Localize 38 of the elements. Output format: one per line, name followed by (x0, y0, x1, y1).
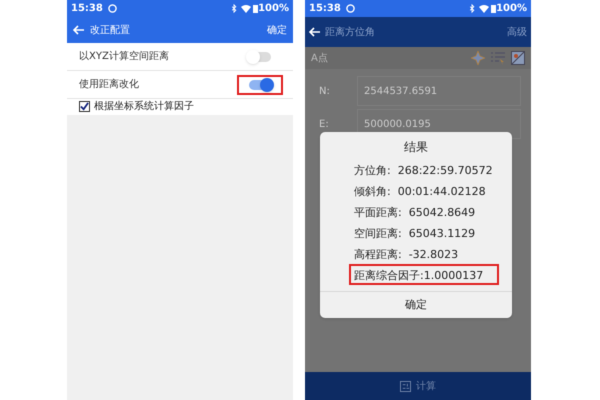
calculator-icon (400, 380, 411, 392)
wifi-icon (241, 4, 252, 12)
ok-button[interactable]: 确定 (320, 292, 512, 318)
status-time: 15:38 (309, 2, 341, 16)
result-line: 方位角: 268:22:59.70572 (354, 164, 493, 177)
checkbox[interactable] (79, 100, 90, 112)
setting-label: 使用距离改化 (79, 78, 140, 92)
result-line: 倾斜角: 00:01:44.02128 (354, 185, 486, 198)
result-line: 距离综合因子:1.0000137 (354, 269, 484, 282)
wifi-icon (479, 4, 490, 12)
confirm-button[interactable]: 确定 (267, 22, 287, 38)
battery-level: 100% (258, 2, 289, 16)
status-time: 15:38 (71, 2, 103, 16)
field-label: N: (319, 84, 331, 98)
dialog-title: 结果 (404, 139, 428, 156)
result-line: 高程距离: -32.8023 (354, 248, 458, 261)
field-label: E: (319, 118, 330, 132)
input-field[interactable]: 2544537.6591 (357, 76, 521, 106)
back-arrow-icon[interactable] (73, 25, 85, 35)
compass-star-icon[interactable] (471, 51, 485, 65)
setting-label: 根据坐标系统计算因子 (94, 100, 194, 114)
bluetooth-icon (469, 4, 476, 13)
back-arrow-icon[interactable] (309, 27, 321, 37)
setting-label: 以XYZ计算空间距离 (79, 50, 170, 64)
app-bar-title: 距离方位角 (325, 26, 375, 40)
app-bar-title: 改正配置 (90, 24, 130, 38)
result-line: 平面距离: 65042.8649 (354, 206, 476, 219)
battery-icon (491, 4, 496, 13)
bluetooth-icon (231, 4, 238, 13)
section-title: A点 (311, 52, 329, 66)
battery-icon (253, 4, 258, 13)
toggle-switch[interactable] (249, 52, 271, 62)
result-line: 空间距离: 65043.1129 (354, 227, 476, 240)
map-icon[interactable] (511, 51, 525, 65)
battery-level: 100% (496, 2, 527, 16)
toggle-switch[interactable] (249, 80, 271, 90)
calculate-button[interactable]: 计算 (305, 372, 531, 400)
advanced-button[interactable]: 高级 (507, 24, 527, 40)
